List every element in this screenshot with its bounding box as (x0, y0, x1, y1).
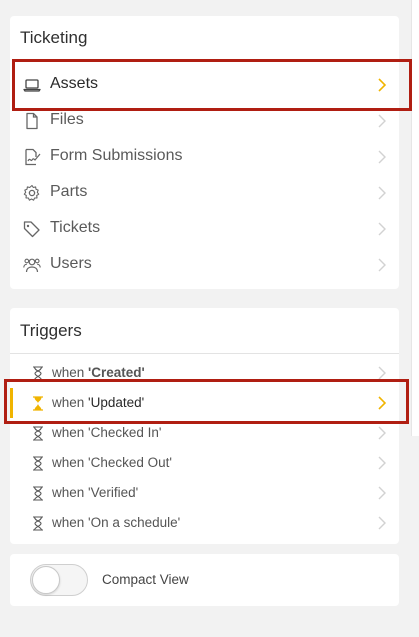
triggers-title: Triggers (20, 321, 82, 340)
sidebar-item-label: Users (50, 255, 92, 272)
chevron-right-icon (377, 516, 387, 530)
chevron-right-icon (377, 186, 387, 200)
trigger-label: when 'Created' (52, 365, 145, 380)
trigger-label: when 'Checked Out' (52, 455, 172, 470)
chevron-right-icon (377, 258, 387, 272)
trigger-label: when 'Updated' (52, 395, 145, 410)
sidebar-item-assets[interactable]: Assets (10, 67, 399, 103)
users-icon (23, 256, 41, 274)
file-icon (23, 112, 41, 130)
hourglass-icon (32, 456, 44, 471)
chevron-right-icon (377, 396, 387, 410)
toggle-knob (32, 566, 60, 594)
trigger-item-checked-out[interactable]: when 'Checked Out' (10, 448, 399, 478)
trigger-label: when 'Verified' (52, 485, 139, 500)
sidebar-item-tickets[interactable]: Tickets (10, 211, 399, 247)
chevron-right-icon (377, 222, 387, 236)
trigger-item-verified[interactable]: when 'Verified' (10, 478, 399, 508)
trigger-item-on-a-schedule[interactable]: when 'On a schedule' (10, 508, 399, 538)
ticketing-card: Ticketing Assets Files Form Submissions (10, 16, 399, 289)
form-signature-icon (23, 148, 41, 166)
hourglass-icon (32, 426, 44, 441)
divider (10, 353, 399, 354)
sidebar-item-label: Form Submissions (50, 147, 183, 164)
hourglass-icon (32, 366, 44, 381)
sidebar-item-label: Files (50, 111, 84, 128)
trigger-label: when 'On a schedule' (52, 515, 181, 530)
chevron-right-icon (377, 426, 387, 440)
compact-view-label: Compact View (102, 572, 189, 587)
hourglass-icon (32, 396, 44, 411)
trigger-item-updated[interactable]: when 'Updated' (10, 388, 399, 418)
sidebar-item-files[interactable]: Files (10, 103, 399, 139)
trigger-item-checked-in[interactable]: when 'Checked In' (10, 418, 399, 448)
chevron-right-icon (377, 456, 387, 470)
hourglass-icon (32, 486, 44, 501)
sidebar-item-form-submissions[interactable]: Form Submissions (10, 139, 399, 175)
hourglass-icon (32, 516, 44, 531)
trigger-label: when 'Checked In' (52, 425, 162, 440)
sidebar-item-label: Parts (50, 183, 88, 200)
sidebar-item-parts[interactable]: Parts (10, 175, 399, 211)
tag-icon (23, 220, 41, 238)
gear-icon (23, 184, 41, 202)
compact-view-card: Compact View (10, 554, 399, 606)
chevron-right-icon (377, 366, 387, 380)
laptop-icon (23, 76, 41, 94)
sidebar-item-label: Assets (50, 75, 99, 92)
compact-view-toggle[interactable] (30, 564, 88, 596)
triggers-card: Triggers when 'Created' when 'Updated' w… (10, 308, 399, 544)
adjacent-panel-edge (411, 0, 419, 436)
sidebar-item-label: Tickets (50, 219, 101, 236)
ticketing-title: Ticketing (20, 28, 88, 47)
chevron-right-icon (377, 150, 387, 164)
chevron-right-icon (377, 78, 387, 92)
chevron-right-icon (377, 486, 387, 500)
trigger-item-created[interactable]: when 'Created' (10, 358, 399, 388)
chevron-right-icon (377, 114, 387, 128)
sidebar-item-users[interactable]: Users (10, 247, 399, 283)
